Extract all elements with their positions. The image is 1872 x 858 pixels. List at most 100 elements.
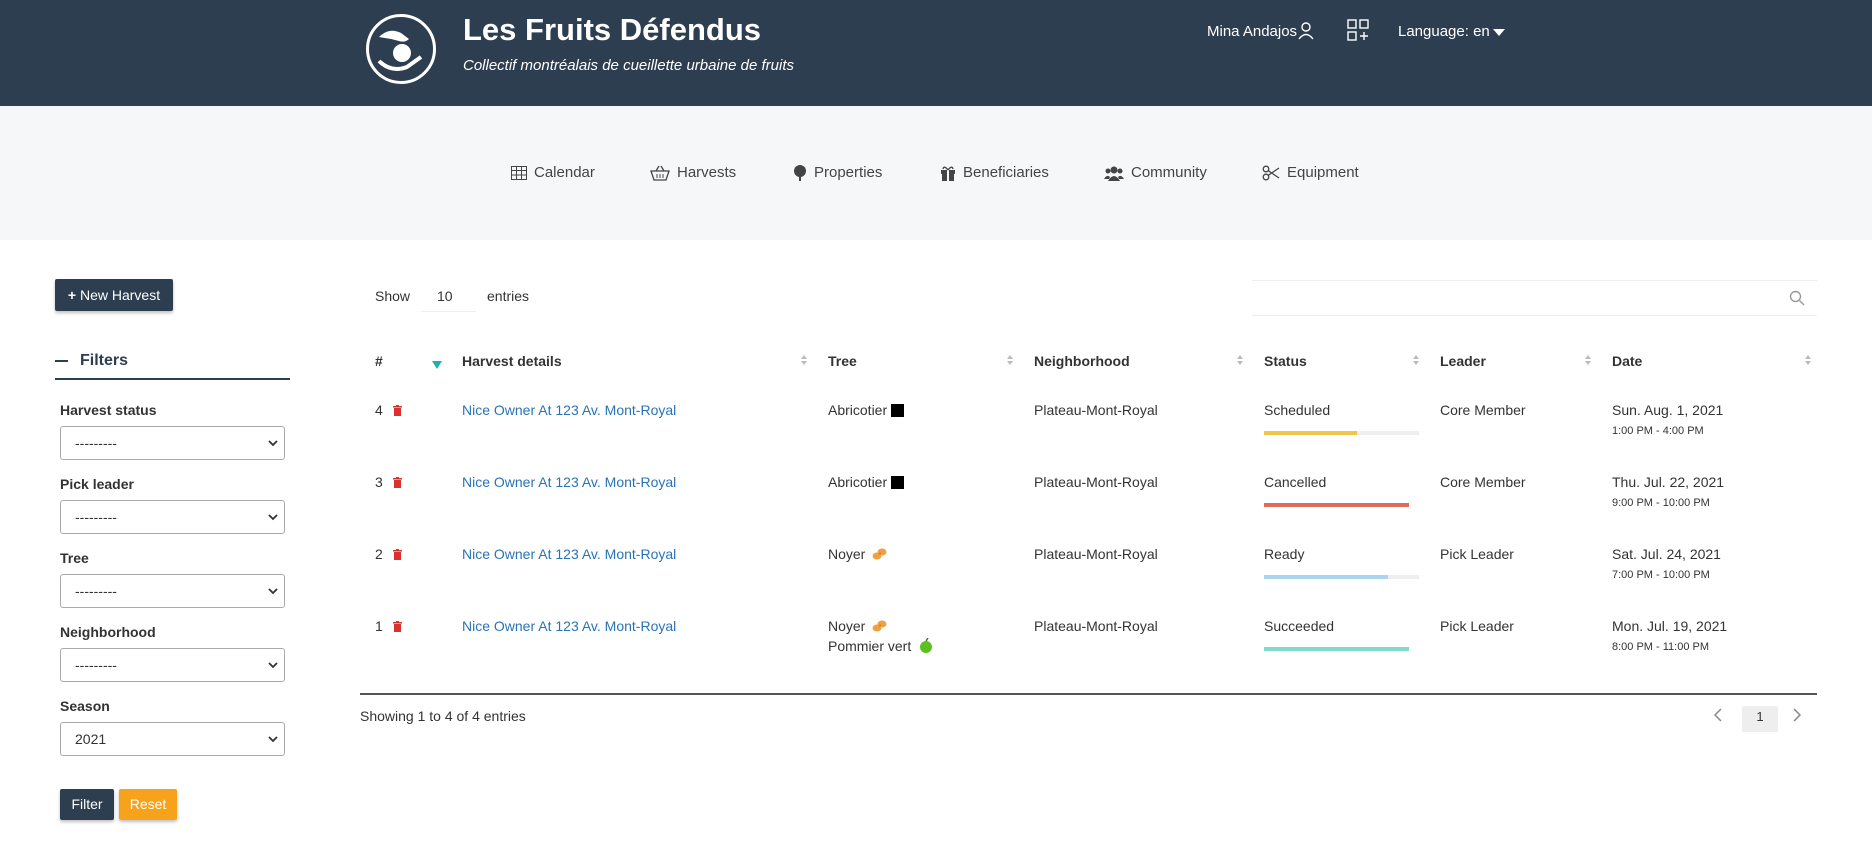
date-cell: Sat. Jul. 24, 2021 bbox=[1612, 546, 1721, 562]
time-cell: 7:00 PM - 10:00 PM bbox=[1612, 569, 1710, 581]
nav-community[interactable]: Community bbox=[1104, 164, 1207, 181]
status-progress-bar bbox=[1264, 575, 1419, 579]
neighborhood-cell: Plateau-Mont-Royal bbox=[1034, 546, 1158, 562]
tree-select[interactable]: --------- bbox=[60, 574, 285, 608]
reset-button[interactable]: Reset bbox=[119, 789, 177, 820]
date-cell: Mon. Jul. 19, 2021 bbox=[1612, 618, 1728, 634]
trash-icon[interactable] bbox=[393, 621, 402, 632]
tree-label: Abricotier bbox=[828, 474, 888, 490]
tree-name: Abricotier bbox=[828, 402, 905, 418]
filters-header[interactable]: Filters bbox=[55, 350, 290, 380]
status-text: Cancelled bbox=[1264, 474, 1327, 490]
site-subtitle: Collectif montréalais de cueillette urba… bbox=[463, 57, 795, 74]
season-select[interactable]: 2021 bbox=[60, 722, 285, 756]
users-icon bbox=[1104, 166, 1124, 181]
trash-icon[interactable] bbox=[393, 405, 402, 416]
language-selector[interactable]: Language: en bbox=[1398, 23, 1505, 40]
sort-icon[interactable] bbox=[800, 353, 808, 367]
sort-icon[interactable] bbox=[1006, 353, 1014, 367]
leader-cell: Core Member bbox=[1440, 474, 1526, 490]
nav-calendar[interactable]: Calendar bbox=[511, 164, 595, 181]
harvest-status-value: --------- bbox=[75, 435, 117, 451]
col-header-status[interactable]: Status bbox=[1264, 353, 1307, 369]
table-bottom-divider bbox=[360, 693, 1817, 695]
neighborhood-cell: Plateau-Mont-Royal bbox=[1034, 474, 1158, 490]
harvest-details-link[interactable]: Nice Owner At 123 Av. Mont-Royal bbox=[462, 402, 676, 418]
chevron-down-icon bbox=[268, 662, 278, 669]
user-icon[interactable] bbox=[1298, 22, 1314, 45]
sort-icon[interactable] bbox=[1584, 353, 1592, 367]
row-num: 4 bbox=[375, 402, 383, 418]
search-input[interactable] bbox=[1252, 280, 1817, 316]
progress-fill bbox=[1264, 575, 1388, 579]
apricot-icon bbox=[891, 404, 905, 417]
tree-name: Pommier vert bbox=[828, 637, 934, 654]
tree-name: Abricotier bbox=[828, 474, 905, 490]
pick-leader-select[interactable]: --------- bbox=[60, 500, 285, 534]
nav-calendar-label: Calendar bbox=[534, 164, 595, 181]
pick-leader-value: --------- bbox=[75, 509, 117, 525]
scissors-icon bbox=[1262, 165, 1280, 180]
nav-properties[interactable]: Properties bbox=[793, 164, 882, 181]
nav-equipment[interactable]: Equipment bbox=[1262, 164, 1359, 181]
trash-icon[interactable] bbox=[393, 477, 402, 488]
nav-beneficiaries-label: Beneficiaries bbox=[963, 164, 1049, 181]
date-cell: Thu. Jul. 22, 2021 bbox=[1612, 474, 1725, 490]
row-num: 3 bbox=[375, 474, 383, 490]
harvest-details-link[interactable]: Nice Owner At 123 Av. Mont-Royal bbox=[462, 546, 676, 562]
site-title[interactable]: Les Fruits Défendus bbox=[463, 12, 761, 48]
page-size-select[interactable]: 10 bbox=[421, 280, 476, 312]
caret-down-icon bbox=[1492, 28, 1505, 36]
nav-harvests[interactable]: Harvests bbox=[650, 164, 736, 181]
gift-icon bbox=[941, 166, 955, 181]
table-info: Showing 1 to 4 of 4 entries bbox=[360, 708, 526, 724]
site-logo[interactable] bbox=[366, 14, 436, 84]
season-label: Season bbox=[60, 698, 110, 714]
col-header-date[interactable]: Date bbox=[1612, 353, 1642, 369]
harvest-details-link[interactable]: Nice Owner At 123 Av. Mont-Royal bbox=[462, 474, 676, 490]
status-progress-bar bbox=[1264, 431, 1419, 435]
status-progress-bar bbox=[1264, 503, 1409, 507]
leader-cell: Pick Leader bbox=[1440, 546, 1514, 562]
season-value: 2021 bbox=[75, 731, 107, 747]
harvest-details-link[interactable]: Nice Owner At 123 Av. Mont-Royal bbox=[462, 618, 676, 634]
chevron-down-icon bbox=[268, 440, 278, 447]
sort-icon[interactable] bbox=[1236, 353, 1244, 367]
tree-label: Noyer bbox=[828, 618, 866, 634]
main-nav bbox=[0, 106, 1872, 240]
col-header-leader[interactable]: Leader bbox=[1440, 353, 1486, 369]
nav-properties-label: Properties bbox=[814, 164, 883, 181]
trash-icon[interactable] bbox=[393, 549, 402, 560]
chevron-down-icon bbox=[268, 514, 278, 521]
neighborhood-cell: Plateau-Mont-Royal bbox=[1034, 618, 1158, 634]
chevron-left-icon[interactable] bbox=[1713, 707, 1723, 723]
new-harvest-button[interactable]: + New Harvest bbox=[55, 279, 173, 311]
chevron-right-icon[interactable] bbox=[1792, 707, 1802, 723]
basket-icon bbox=[650, 165, 670, 181]
col-header-neighborhood[interactable]: Neighborhood bbox=[1034, 353, 1130, 369]
pagination-current[interactable]: 1 bbox=[1742, 706, 1778, 732]
col-header-num[interactable]: # bbox=[375, 353, 383, 369]
chevron-down-icon bbox=[268, 588, 278, 595]
col-header-tree[interactable]: Tree bbox=[828, 353, 857, 369]
time-cell: 8:00 PM - 11:00 PM bbox=[1612, 641, 1710, 653]
filter-button[interactable]: Filter bbox=[60, 789, 114, 820]
col-header-details[interactable]: Harvest details bbox=[462, 353, 562, 369]
walnut-icon bbox=[872, 548, 887, 560]
nav-beneficiaries[interactable]: Beneficiaries bbox=[940, 164, 1049, 181]
user-name[interactable]: Mina Andajos bbox=[1207, 23, 1297, 40]
row-num: 1 bbox=[375, 618, 383, 634]
sort-icon[interactable] bbox=[1804, 353, 1812, 367]
green-apple-icon bbox=[920, 637, 933, 653]
tree-value: --------- bbox=[75, 583, 117, 599]
neighborhood-select[interactable]: --------- bbox=[60, 648, 285, 682]
tree-label: Noyer bbox=[828, 546, 866, 562]
nav-equipment-label: Equipment bbox=[1287, 164, 1359, 181]
progress-fill bbox=[1264, 503, 1409, 507]
sort-icon[interactable] bbox=[1412, 353, 1420, 367]
apps-grid-icon[interactable] bbox=[1347, 19, 1369, 46]
harvest-status-select[interactable]: --------- bbox=[60, 426, 285, 460]
entries-label: entries bbox=[487, 288, 530, 304]
sort-desc-icon[interactable] bbox=[432, 361, 442, 369]
new-harvest-label: New Harvest bbox=[79, 287, 161, 303]
